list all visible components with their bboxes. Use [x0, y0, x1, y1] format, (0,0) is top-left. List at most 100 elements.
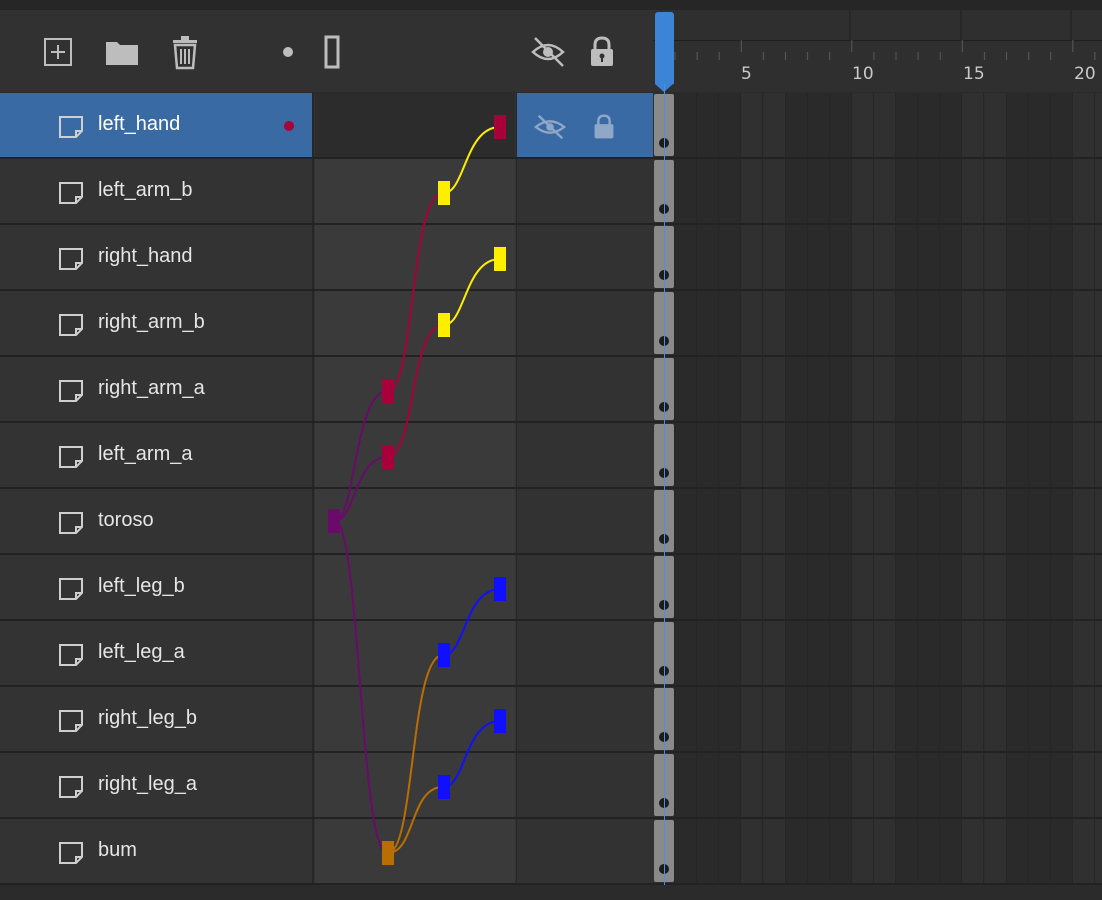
layer-row[interactable]: left_leg_b — [0, 555, 1102, 621]
frame-cell[interactable] — [1095, 225, 1102, 289]
visibility-cell[interactable] — [516, 423, 654, 487]
frame-cell[interactable] — [896, 489, 919, 553]
frame-row[interactable] — [653, 357, 1102, 421]
frame-cell[interactable] — [697, 225, 720, 289]
frame-cell[interactable] — [785, 291, 808, 355]
frame-cell[interactable] — [719, 753, 742, 817]
frame-cell[interactable] — [851, 555, 874, 619]
frame-cell[interactable] — [741, 555, 764, 619]
frame-cell[interactable] — [741, 93, 764, 157]
frame-cell[interactable] — [719, 225, 742, 289]
frame-cell[interactable] — [697, 159, 720, 223]
parent-cell[interactable] — [315, 93, 515, 157]
frame-cell[interactable] — [785, 489, 808, 553]
frame-cell[interactable] — [1006, 291, 1029, 355]
frame-cell[interactable] — [1028, 93, 1051, 157]
frame-cell[interactable] — [940, 291, 963, 355]
frame-row[interactable] — [653, 225, 1102, 289]
frame-cell[interactable] — [1072, 159, 1095, 223]
frame-cell[interactable] — [719, 489, 742, 553]
frame-cell[interactable] — [785, 687, 808, 751]
frame-cell[interactable] — [675, 291, 698, 355]
frame-cell[interactable] — [697, 423, 720, 487]
frame-cell[interactable] — [697, 93, 720, 157]
frame-cell[interactable] — [1006, 687, 1029, 751]
layer-name-cell[interactable]: toroso — [0, 489, 314, 553]
frame-cell[interactable] — [675, 819, 698, 883]
frame-cell[interactable] — [675, 753, 698, 817]
frame-cell[interactable] — [1028, 225, 1051, 289]
frame-cell[interactable] — [851, 819, 874, 883]
frame-cell[interactable] — [1095, 291, 1102, 355]
new-layer-button[interactable] — [40, 34, 76, 70]
frame-cell[interactable] — [940, 423, 963, 487]
frame-cell[interactable] — [1072, 93, 1095, 157]
frame-row[interactable] — [653, 159, 1102, 223]
visibility-cell[interactable] — [516, 687, 654, 751]
outline-layers-button[interactable] — [314, 34, 350, 70]
frame-cell[interactable] — [851, 489, 874, 553]
frame-cell[interactable] — [1028, 291, 1051, 355]
frame-cell[interactable] — [697, 753, 720, 817]
frame-cell[interactable] — [763, 489, 786, 553]
frame-cell[interactable] — [962, 291, 985, 355]
frame-cell[interactable] — [719, 621, 742, 685]
frame-cell[interactable] — [918, 687, 941, 751]
frame-cell[interactable] — [741, 291, 764, 355]
frame-cell[interactable] — [763, 357, 786, 421]
frame-cell[interactable] — [962, 357, 985, 421]
layer-row[interactable]: right_leg_b — [0, 687, 1102, 753]
visibility-cell[interactable] — [516, 159, 654, 223]
frame-cell[interactable] — [962, 687, 985, 751]
frame-cell[interactable] — [675, 489, 698, 553]
frame-cell[interactable] — [940, 357, 963, 421]
frame-cell[interactable] — [829, 423, 852, 487]
frame-cell[interactable] — [940, 687, 963, 751]
frame-cell[interactable] — [1095, 621, 1102, 685]
frame-cell[interactable] — [962, 423, 985, 487]
frame-cell[interactable] — [785, 555, 808, 619]
layer-row[interactable]: bum — [0, 819, 1102, 885]
frame-cell[interactable] — [1028, 423, 1051, 487]
frame-cell[interactable] — [807, 357, 830, 421]
frame-cell[interactable] — [829, 687, 852, 751]
frame-cell[interactable] — [874, 159, 896, 223]
parent-cell[interactable] — [315, 225, 515, 289]
layer-name-cell[interactable]: left_leg_b — [0, 555, 314, 619]
frame-cell[interactable] — [896, 819, 919, 883]
frame-cell[interactable] — [763, 93, 786, 157]
frame-cell[interactable] — [675, 555, 698, 619]
frame-cell[interactable] — [741, 159, 764, 223]
frame-cell[interactable] — [719, 423, 742, 487]
frame-cell[interactable] — [940, 489, 963, 553]
frame-cell[interactable] — [851, 159, 874, 223]
frame-cell[interactable] — [741, 753, 764, 817]
frame-cell[interactable] — [984, 357, 1007, 421]
parent-cell[interactable] — [315, 819, 515, 883]
frame-cell[interactable] — [1095, 687, 1102, 751]
frame-cell[interactable] — [1095, 555, 1102, 619]
visibility-cell[interactable] — [516, 621, 654, 685]
frame-cell[interactable] — [962, 621, 985, 685]
frame-cell[interactable] — [874, 225, 896, 289]
frame-cell[interactable] — [697, 687, 720, 751]
frame-row[interactable] — [653, 93, 1102, 157]
frame-cell[interactable] — [1072, 489, 1095, 553]
frame-cell[interactable] — [984, 555, 1007, 619]
frame-cell[interactable] — [940, 555, 963, 619]
frame-cell[interactable] — [807, 753, 830, 817]
frame-cell[interactable] — [896, 93, 919, 157]
frame-cell[interactable] — [940, 159, 963, 223]
frame-cell[interactable] — [984, 819, 1007, 883]
frame-cell[interactable] — [1028, 357, 1051, 421]
frame-cell[interactable] — [1050, 159, 1073, 223]
frame-cell[interactable] — [719, 555, 742, 619]
frame-cell[interactable] — [1095, 753, 1102, 817]
frame-cell[interactable] — [896, 555, 919, 619]
frame-cell[interactable] — [807, 819, 830, 883]
frame-cell[interactable] — [851, 753, 874, 817]
frame-cell[interactable] — [1072, 753, 1095, 817]
parent-cell[interactable] — [315, 687, 515, 751]
frame-cell[interactable] — [829, 225, 852, 289]
visibility-cell[interactable] — [516, 357, 654, 421]
